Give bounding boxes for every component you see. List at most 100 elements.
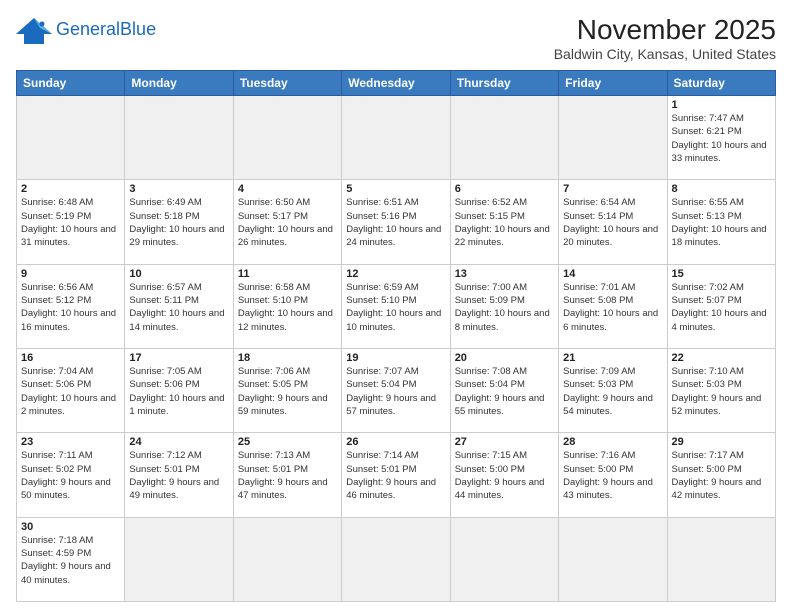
calendar-day-cell: 4Sunrise: 6:50 AM Sunset: 5:17 PM Daylig… [233,180,341,264]
calendar-day-cell: 23Sunrise: 7:11 AM Sunset: 5:02 PM Dayli… [17,433,125,517]
day-number: 7 [563,183,662,195]
day-info: Sunrise: 7:09 AM Sunset: 5:03 PM Dayligh… [563,365,662,418]
calendar-week-row: 2Sunrise: 6:48 AM Sunset: 5:19 PM Daylig… [17,180,776,264]
day-info: Sunrise: 7:14 AM Sunset: 5:01 PM Dayligh… [346,449,445,502]
calendar-day-cell: 28Sunrise: 7:16 AM Sunset: 5:00 PM Dayli… [559,433,667,517]
weekday-header-cell: Tuesday [233,71,341,96]
day-number: 8 [672,183,771,195]
calendar-day-cell [125,517,233,601]
day-info: Sunrise: 7:15 AM Sunset: 5:00 PM Dayligh… [455,449,554,502]
day-number: 29 [672,436,771,448]
calendar-day-cell: 5Sunrise: 6:51 AM Sunset: 5:16 PM Daylig… [342,180,450,264]
calendar-day-cell [559,517,667,601]
weekday-header-cell: Monday [125,71,233,96]
day-number: 5 [346,183,445,195]
day-info: Sunrise: 6:57 AM Sunset: 5:11 PM Dayligh… [129,281,228,334]
logo-text: GeneralBlue [56,20,156,40]
calendar-day-cell: 24Sunrise: 7:12 AM Sunset: 5:01 PM Dayli… [125,433,233,517]
day-number: 17 [129,352,228,364]
day-info: Sunrise: 7:00 AM Sunset: 5:09 PM Dayligh… [455,281,554,334]
day-info: Sunrise: 6:50 AM Sunset: 5:17 PM Dayligh… [238,196,337,249]
logo-blue: Blue [120,19,156,39]
calendar-day-cell: 2Sunrise: 6:48 AM Sunset: 5:19 PM Daylig… [17,180,125,264]
day-info: Sunrise: 6:56 AM Sunset: 5:12 PM Dayligh… [21,281,120,334]
day-info: Sunrise: 7:05 AM Sunset: 5:06 PM Dayligh… [129,365,228,418]
day-info: Sunrise: 7:06 AM Sunset: 5:05 PM Dayligh… [238,365,337,418]
day-info: Sunrise: 7:04 AM Sunset: 5:06 PM Dayligh… [21,365,120,418]
calendar-day-cell: 10Sunrise: 6:57 AM Sunset: 5:11 PM Dayli… [125,264,233,348]
day-number: 24 [129,436,228,448]
calendar-day-cell: 8Sunrise: 6:55 AM Sunset: 5:13 PM Daylig… [667,180,775,264]
day-number: 18 [238,352,337,364]
day-info: Sunrise: 7:47 AM Sunset: 6:21 PM Dayligh… [672,112,771,165]
day-number: 19 [346,352,445,364]
page: GeneralBlue November 2025 Baldwin City, … [0,0,792,612]
header: GeneralBlue November 2025 Baldwin City, … [16,14,776,62]
calendar-day-cell: 26Sunrise: 7:14 AM Sunset: 5:01 PM Dayli… [342,433,450,517]
weekday-header-cell: Friday [559,71,667,96]
weekday-header-cell: Wednesday [342,71,450,96]
calendar-week-row: 23Sunrise: 7:11 AM Sunset: 5:02 PM Dayli… [17,433,776,517]
day-number: 2 [21,183,120,195]
day-number: 21 [563,352,662,364]
day-number: 27 [455,436,554,448]
calendar-day-cell [450,517,558,601]
day-info: Sunrise: 6:59 AM Sunset: 5:10 PM Dayligh… [346,281,445,334]
day-number: 26 [346,436,445,448]
day-info: Sunrise: 6:49 AM Sunset: 5:18 PM Dayligh… [129,196,228,249]
calendar-title: November 2025 [554,14,776,46]
weekday-header-cell: Thursday [450,71,558,96]
calendar-week-row: 9Sunrise: 6:56 AM Sunset: 5:12 PM Daylig… [17,264,776,348]
calendar-day-cell: 29Sunrise: 7:17 AM Sunset: 5:00 PM Dayli… [667,433,775,517]
day-number: 6 [455,183,554,195]
calendar-day-cell: 19Sunrise: 7:07 AM Sunset: 5:04 PM Dayli… [342,348,450,432]
calendar-day-cell: 22Sunrise: 7:10 AM Sunset: 5:03 PM Dayli… [667,348,775,432]
day-info: Sunrise: 6:54 AM Sunset: 5:14 PM Dayligh… [563,196,662,249]
calendar-day-cell: 14Sunrise: 7:01 AM Sunset: 5:08 PM Dayli… [559,264,667,348]
day-number: 4 [238,183,337,195]
calendar-day-cell: 7Sunrise: 6:54 AM Sunset: 5:14 PM Daylig… [559,180,667,264]
calendar-day-cell [342,96,450,180]
calendar-day-cell [125,96,233,180]
calendar-day-cell: 9Sunrise: 6:56 AM Sunset: 5:12 PM Daylig… [17,264,125,348]
day-number: 9 [21,268,120,280]
title-block: November 2025 Baldwin City, Kansas, Unit… [554,14,776,62]
day-number: 13 [455,268,554,280]
day-info: Sunrise: 7:01 AM Sunset: 5:08 PM Dayligh… [563,281,662,334]
day-number: 25 [238,436,337,448]
calendar-day-cell [559,96,667,180]
day-info: Sunrise: 7:12 AM Sunset: 5:01 PM Dayligh… [129,449,228,502]
calendar-body: 1Sunrise: 7:47 AM Sunset: 6:21 PM Daylig… [17,96,776,602]
day-number: 20 [455,352,554,364]
day-number: 15 [672,268,771,280]
calendar-day-cell [233,96,341,180]
day-info: Sunrise: 6:55 AM Sunset: 5:13 PM Dayligh… [672,196,771,249]
day-info: Sunrise: 7:13 AM Sunset: 5:01 PM Dayligh… [238,449,337,502]
calendar-day-cell: 11Sunrise: 6:58 AM Sunset: 5:10 PM Dayli… [233,264,341,348]
weekday-header-cell: Saturday [667,71,775,96]
day-info: Sunrise: 7:16 AM Sunset: 5:00 PM Dayligh… [563,449,662,502]
day-info: Sunrise: 7:18 AM Sunset: 4:59 PM Dayligh… [21,534,120,587]
calendar-day-cell: 17Sunrise: 7:05 AM Sunset: 5:06 PM Dayli… [125,348,233,432]
calendar-day-cell: 6Sunrise: 6:52 AM Sunset: 5:15 PM Daylig… [450,180,558,264]
calendar-day-cell [342,517,450,601]
calendar-day-cell: 30Sunrise: 7:18 AM Sunset: 4:59 PM Dayli… [17,517,125,601]
calendar-week-row: 30Sunrise: 7:18 AM Sunset: 4:59 PM Dayli… [17,517,776,601]
day-info: Sunrise: 6:51 AM Sunset: 5:16 PM Dayligh… [346,196,445,249]
calendar-day-cell [667,517,775,601]
calendar-day-cell: 25Sunrise: 7:13 AM Sunset: 5:01 PM Dayli… [233,433,341,517]
day-number: 1 [672,99,771,111]
day-info: Sunrise: 6:52 AM Sunset: 5:15 PM Dayligh… [455,196,554,249]
day-number: 22 [672,352,771,364]
weekday-header-row: SundayMondayTuesdayWednesdayThursdayFrid… [17,71,776,96]
day-info: Sunrise: 7:17 AM Sunset: 5:00 PM Dayligh… [672,449,771,502]
day-info: Sunrise: 6:58 AM Sunset: 5:10 PM Dayligh… [238,281,337,334]
day-info: Sunrise: 6:48 AM Sunset: 5:19 PM Dayligh… [21,196,120,249]
day-number: 23 [21,436,120,448]
day-number: 10 [129,268,228,280]
day-info: Sunrise: 7:07 AM Sunset: 5:04 PM Dayligh… [346,365,445,418]
calendar-day-cell: 15Sunrise: 7:02 AM Sunset: 5:07 PM Dayli… [667,264,775,348]
calendar-week-row: 1Sunrise: 7:47 AM Sunset: 6:21 PM Daylig… [17,96,776,180]
day-info: Sunrise: 7:10 AM Sunset: 5:03 PM Dayligh… [672,365,771,418]
calendar-day-cell [233,517,341,601]
